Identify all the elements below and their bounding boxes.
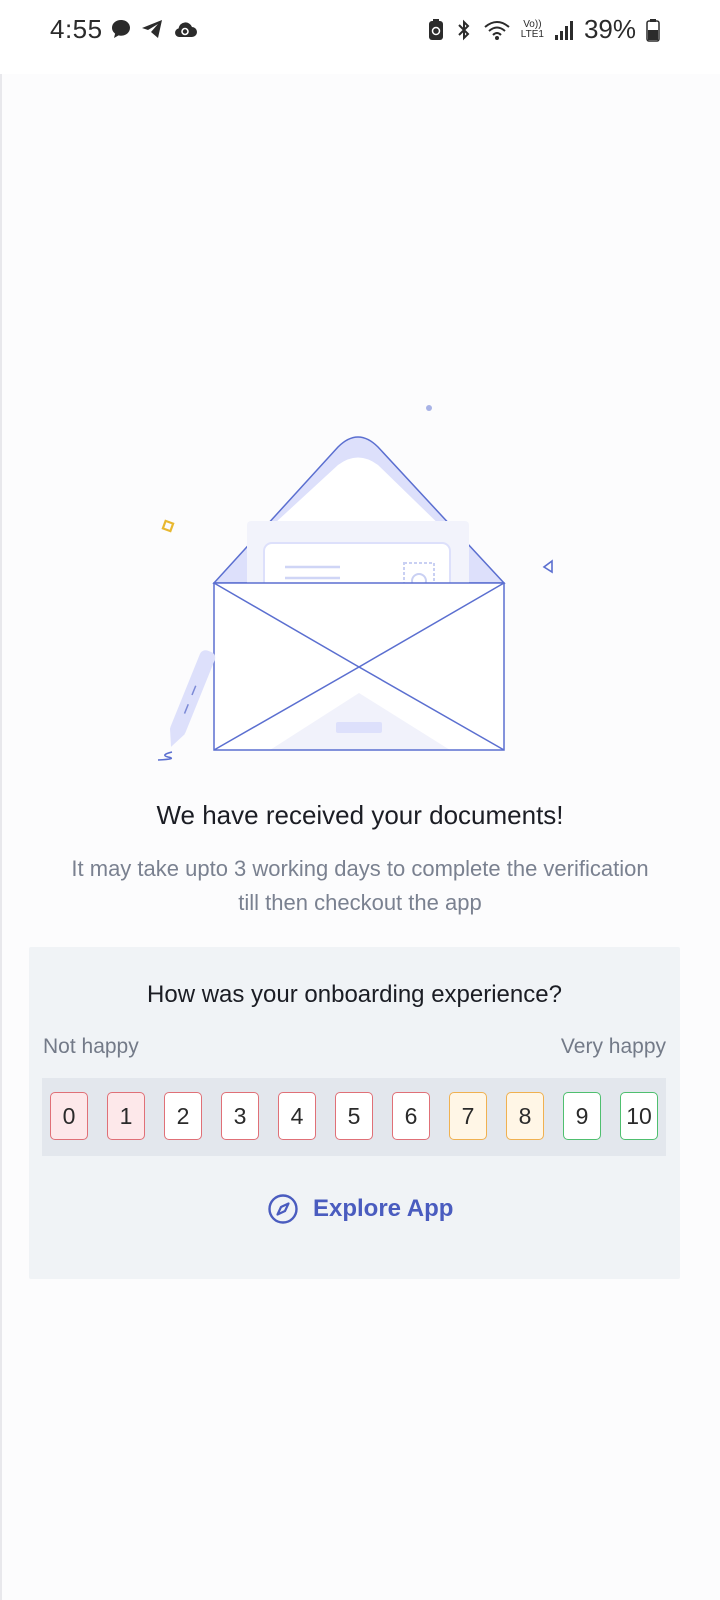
rating-button-3[interactable]: 3 (221, 1092, 259, 1140)
rating-button-4[interactable]: 4 (278, 1092, 316, 1140)
rating-button-8[interactable]: 8 (506, 1092, 544, 1140)
battery-icon (646, 18, 660, 42)
app-content (0, 74, 720, 1600)
rating-button-0[interactable]: 0 (50, 1092, 88, 1140)
subtext-line-1: It may take upto 3 working days to compl… (71, 856, 649, 881)
system-status: Vo)) LTE1 39% (427, 14, 660, 45)
rating-button-9[interactable]: 9 (563, 1092, 601, 1140)
explore-app-button[interactable]: Explore App (267, 1193, 453, 1225)
battery-percent: 39% (583, 14, 636, 44)
subtext-line-2: till then checkout the app (238, 890, 482, 915)
notification-icons (110, 18, 198, 40)
confirmation-headline: We have received your documents! (156, 800, 564, 830)
signal-icon (554, 20, 573, 40)
volte-label: Vo)) (523, 18, 542, 30)
rating-button-10[interactable]: 10 (620, 1092, 658, 1140)
telegram-icon (142, 20, 162, 38)
rating-button-5[interactable]: 5 (335, 1092, 373, 1140)
cloud-sync-icon (175, 22, 197, 37)
rating-button-1[interactable]: 1 (107, 1092, 145, 1140)
status-bar: 4:55 Vo)) LTE1 39% (0, 0, 720, 62)
rating-scale: 0 1 2 3 4 5 6 7 8 9 10 (42, 1078, 666, 1156)
battery-saver-icon (428, 18, 443, 40)
envelope-illustration (157, 405, 553, 761)
rating-button-7[interactable]: 7 (449, 1092, 487, 1140)
explore-app-label: Explore App (313, 1195, 454, 1222)
feedback-card: How was your onboarding experience? Not … (29, 947, 680, 1279)
rating-button-6[interactable]: 6 (392, 1092, 430, 1140)
lte-label: LTE1 (520, 28, 544, 40)
confirmation-subtext: It may take upto 3 working days to compl… (40, 852, 680, 920)
status-time: 4:55 (50, 14, 103, 44)
scale-high-label: Very happy (560, 1035, 666, 1058)
wifi-icon (484, 20, 510, 40)
chat-bubble-icon (112, 20, 130, 38)
compass-icon (268, 1194, 298, 1224)
feedback-question: How was your onboarding experience? (147, 981, 562, 1008)
network-type: Vo)) LTE1 (520, 18, 544, 40)
bluetooth-icon (458, 19, 470, 40)
scale-low-label: Not happy (43, 1035, 139, 1058)
rating-button-2[interactable]: 2 (164, 1092, 202, 1140)
